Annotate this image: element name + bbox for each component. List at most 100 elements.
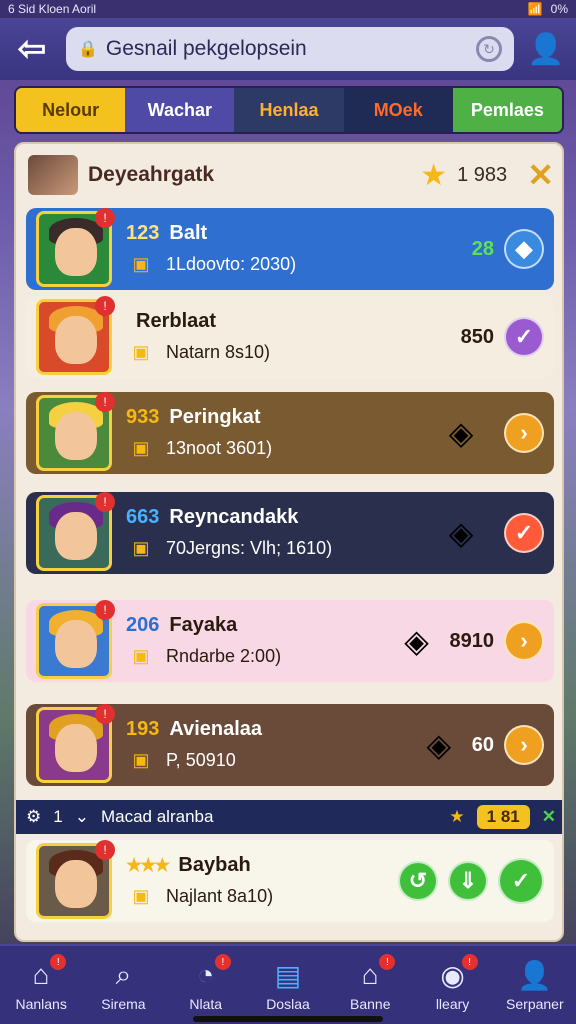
arrow-button[interactable]: › (504, 725, 544, 765)
tab-4[interactable]: MOek (343, 88, 453, 132)
star-icon: ★ (449, 807, 465, 826)
lock-icon: 🔒 (78, 41, 98, 58)
filter-icon[interactable]: ⚙ (26, 807, 41, 827)
player-sub: 1Ldoovto: 2030) (166, 254, 297, 274)
tab-3[interactable]: Henlaa (234, 88, 344, 132)
gem-icon (405, 317, 451, 357)
gem-icon (416, 229, 462, 269)
close-icon[interactable]: ✕ (542, 807, 556, 827)
chest-icon: ▣ (132, 886, 150, 906)
rank: 933 (126, 405, 160, 428)
tab-bar: Nelour Wachar Henlaa MOek Pemlaes (14, 86, 564, 134)
nav-item-profile[interactable]: 👤 Serpaner (494, 946, 576, 1024)
panel-header: Deyeahrgatk ★ 1 983 ✕ (16, 144, 562, 206)
player-name: Fayaka (169, 613, 238, 636)
nav-item-house[interactable]: ⌂! Banne (329, 946, 411, 1024)
nav-item-timer[interactable]: ◔! Nlata (165, 946, 247, 1024)
avatar: ! (36, 492, 115, 571)
value: 8910 (449, 629, 495, 652)
sub-bar-label: Macad alranba (100, 807, 214, 826)
list-item[interactable]: ! Rerblaat ▣ Natarn 8s10) 850 ✓ (26, 296, 554, 378)
bottom-nav: ⌂! Nanlans ⌕ Sirema ◔! Nlata ▤ Doslaa ⌂! Bann… (0, 944, 576, 1024)
badge: ! (95, 392, 115, 412)
check-button[interactable]: ✓ (504, 513, 544, 553)
avatar: ! (36, 296, 115, 375)
avatar: ! (36, 392, 115, 471)
badge: ! (95, 840, 115, 860)
arrow-button[interactable]: › (504, 621, 544, 661)
status-bar: 6 Sid Kloen Aoril 📶 0% (0, 0, 576, 18)
nav-item-home[interactable]: ⌂! Nanlans (0, 946, 82, 1024)
search-input[interactable]: Gesnail pekgelopsein (106, 37, 468, 61)
person-icon: 👤 (517, 959, 553, 991)
nav-item-search[interactable]: ⌕ Sirema (82, 946, 164, 1024)
battery-text: 0% (550, 2, 568, 16)
chevron-down-icon[interactable]: ⌄ (75, 807, 89, 827)
rank: 206 (126, 613, 160, 636)
list-item[interactable]: ! 663 Reyncandakk ▣ 70Jergns: Vlh; 1610) ◈ ✓ (26, 492, 554, 574)
tab-2[interactable]: Wachar (125, 88, 235, 132)
nav-item-game[interactable]: ◉! lleary (411, 946, 493, 1024)
reward-icon[interactable]: ⇓ (448, 861, 488, 901)
status-right: 📶 0% (528, 2, 568, 16)
sub-bar-number: 1 (53, 807, 63, 826)
rank: 123 (126, 221, 160, 244)
arrow-button[interactable]: › (504, 413, 544, 453)
player-name: Balt (169, 221, 208, 244)
star-icon: ★ (420, 158, 448, 192)
chest-icon: ▣ (132, 538, 150, 558)
back-button[interactable]: ⇦ (10, 27, 54, 71)
player-name: Avienalaa (169, 717, 263, 740)
sub-bar: ⚙ 1 ⌄ Macad alranba ★ 1 81 ✕ (16, 800, 562, 834)
player-sub: Najlant 8a10) (166, 886, 274, 906)
leaderboard-panel: Deyeahrgatk ★ 1 983 ✕ ! 123 Balt ▣ 1Ldoovto:… (14, 142, 564, 942)
stars-icon: ★★★ (126, 854, 170, 875)
value: 28 (471, 237, 494, 260)
rank: 193 (126, 717, 160, 740)
player-name: Baybah (178, 853, 251, 876)
diamond-button[interactable]: ◆ (504, 229, 544, 269)
badge: ! (95, 600, 115, 620)
player-sub: P, 50910 (166, 750, 236, 770)
badge: ! (95, 208, 115, 228)
profile-icon[interactable]: 👤 (526, 29, 566, 69)
home-indicator (193, 1016, 383, 1022)
avatar (28, 155, 78, 195)
player-name: Rerblaat (136, 309, 217, 332)
gem-icon: ◈ (426, 727, 452, 763)
search-bar[interactable]: 🔒 Gesnail pekgelopsein ↻ (66, 27, 514, 71)
chest-icon: ▣ (132, 438, 150, 458)
list-item[interactable]: ! 193 Avienalaa ▣ P, 50910 ◈ 60 › (26, 704, 554, 786)
gem-icon: ◈ (404, 623, 429, 659)
clipboard-icon: ▤ (274, 959, 302, 991)
search-icon: ⌕ (115, 958, 132, 990)
badge: ! (95, 704, 115, 724)
reward-icon[interactable]: ↺ (398, 861, 438, 901)
close-icon[interactable]: ✕ (527, 156, 554, 194)
badge: ! (95, 296, 115, 316)
player-sub: 70Jergns: Vlh; 1610) (166, 538, 333, 558)
check-button[interactable]: ✓ (504, 317, 544, 357)
avatar: ! (36, 208, 115, 287)
tab-1[interactable]: Nelour (16, 88, 126, 132)
player-sub: Natarn 8s10) (166, 342, 271, 362)
list-item[interactable]: ! 206 Fayaka ▣ Rndarbe 2:00) ◈ 8910 › (26, 600, 554, 682)
player-name: Peringkat (169, 405, 261, 428)
refresh-icon[interactable]: ↻ (476, 36, 502, 62)
info: ★★★ Baybah ▣ Najlant 8a10) (126, 854, 384, 909)
player-sub: 13noot 3601) (166, 438, 273, 458)
nav-item-list[interactable]: ▤ Doslaa (247, 946, 329, 1024)
list-item[interactable]: ! ★★★ Baybah ▣ Najlant 8a10) ↺ ⇓ ✓ (26, 840, 554, 922)
panel-title: Deyeahrgatk (88, 163, 215, 186)
player-sub: Rndarbe 2:00) (166, 646, 282, 666)
chest-icon: ▣ (132, 646, 150, 666)
list-item[interactable]: ! 123 Balt ▣ 1Ldoovto: 2030) 28 ◆ (26, 208, 554, 290)
chest-icon: ▣ (132, 254, 150, 274)
list-item[interactable]: ! 933 Peringkat ▣ 13noot 3601) ◈ › (26, 392, 554, 474)
tab-5[interactable]: Pemlaes (452, 88, 562, 132)
confirm-button[interactable]: ✓ (498, 858, 544, 904)
avatar: ! (36, 704, 115, 783)
header-score: 1 983 (457, 163, 508, 186)
rank: 663 (126, 505, 160, 528)
avatar: ! (36, 600, 115, 679)
